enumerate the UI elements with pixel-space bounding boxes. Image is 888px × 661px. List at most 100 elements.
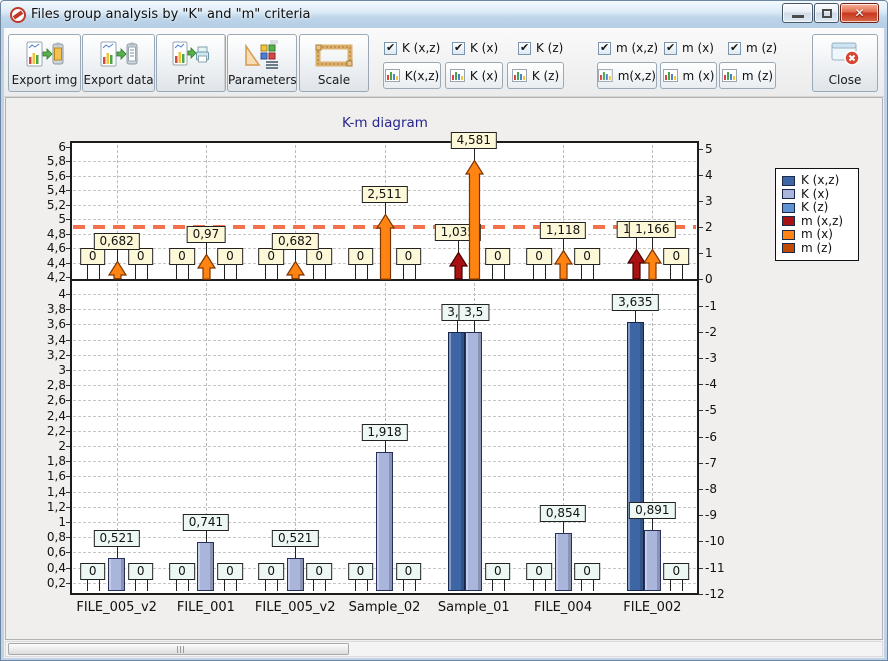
zero-leg [367, 580, 368, 591]
zero-leg [355, 580, 356, 591]
legend-item: K (x,z) [782, 174, 852, 188]
m-arrow [376, 214, 395, 281]
label-connector [635, 311, 636, 322]
x-axis-label: FILE_004 [534, 600, 592, 615]
axis-label-left: 3,6 [32, 317, 66, 331]
zero-leg [545, 265, 546, 279]
axis-label-right: -1 [705, 299, 717, 313]
axis-label-left: 3 [32, 363, 66, 377]
axis-tick [66, 446, 70, 447]
legend-label: K (x,z) [801, 174, 839, 187]
axis-label-left: 2,4 [32, 409, 66, 423]
axis-tick [66, 583, 70, 584]
zero-leg [147, 265, 148, 279]
zero-leg [682, 265, 683, 279]
zero-leg [593, 265, 594, 279]
zero-label: 0 [169, 248, 195, 265]
grid-line-h [73, 370, 696, 371]
axis-label-right: 1 [705, 246, 713, 260]
k-bar [376, 452, 393, 591]
zero-label: 0 [348, 248, 374, 265]
axis-label-left: 1 [32, 515, 66, 529]
scrollbar-thumb[interactable] [8, 643, 349, 655]
zero-leg [533, 580, 534, 591]
x-axis-label: Sample_01 [438, 600, 510, 615]
axis-label-left: 4,6 [32, 241, 66, 255]
k-bar [465, 332, 482, 591]
zero-leg [581, 265, 582, 279]
axis-tick [66, 161, 70, 162]
zero-leg [325, 265, 326, 279]
axis-label-left: 4,2 [32, 270, 66, 284]
label-connector [636, 238, 637, 249]
axis-tick [699, 384, 703, 385]
axis-label-left: 5,8 [32, 154, 66, 168]
grid-line-h [73, 324, 696, 325]
zero-label: 0 [169, 563, 195, 580]
k-bar [287, 558, 304, 591]
axis-label-left: 4 [32, 287, 66, 301]
zero-label: 0 [80, 563, 106, 580]
zero-leg [135, 265, 136, 279]
grid-line-h [73, 161, 696, 162]
axis-label-left: 3,2 [32, 348, 66, 362]
scrollbar-grip-icon [177, 646, 185, 653]
zero-leg [545, 580, 546, 591]
axis-tick [66, 324, 70, 325]
x-axis-label: FILE_001 [177, 600, 235, 615]
zero-leg [135, 580, 136, 591]
axis-label-left: 5,2 [32, 198, 66, 212]
axis-tick [699, 541, 703, 542]
axis-tick [699, 201, 703, 202]
axis-tick [66, 385, 70, 386]
axis-label-right: -11 [705, 561, 725, 575]
legend-label: K (x) [801, 188, 829, 201]
axis-tick [699, 489, 703, 490]
axis-label-left: 1,4 [32, 485, 66, 499]
axis-tick [66, 205, 70, 206]
value-label: 1,166 [629, 221, 675, 238]
legend-label: K (z) [801, 201, 828, 214]
zero-leg [265, 580, 266, 591]
m-arrow [197, 254, 216, 281]
axis-label-left: 0,6 [32, 545, 66, 559]
x-axis-label: FILE_005_v2 [255, 600, 336, 615]
label-connector [652, 238, 653, 249]
axis-tick [66, 522, 70, 523]
axis-label-left: 3,4 [32, 333, 66, 347]
zero-leg [188, 580, 189, 591]
value-label: 1,918 [361, 424, 407, 441]
axis-label-left: 2,2 [32, 424, 66, 438]
k-bar [197, 542, 214, 591]
zero-leg [277, 580, 278, 591]
legend-label: m (z) [801, 242, 832, 255]
axis-label-left: 1,2 [32, 500, 66, 514]
axis-label-right: -5 [705, 403, 717, 417]
axis-tick [699, 279, 703, 280]
m-arrow [554, 250, 573, 281]
zero-leg [492, 580, 493, 591]
axis-label-right: -3 [705, 351, 717, 365]
zero-leg [367, 265, 368, 279]
axis-tick [66, 309, 70, 310]
zero-label: 0 [664, 248, 690, 265]
chart-title: K-m diagram [342, 115, 428, 131]
label-connector [474, 149, 475, 160]
axis-label-right: 3 [705, 194, 713, 208]
zero-leg [87, 580, 88, 591]
zero-label: 0 [128, 248, 154, 265]
label-connector [563, 239, 564, 250]
axis-tick [699, 227, 703, 228]
axis-tick [699, 463, 703, 464]
value-label: 0,521 [93, 530, 139, 547]
label-connector [458, 241, 459, 252]
axis-tick [66, 537, 70, 538]
m-arrow [465, 160, 484, 281]
axis-tick [66, 219, 70, 220]
k-bar [555, 533, 572, 591]
axis-tick [66, 431, 70, 432]
horizontal-scrollbar[interactable] [5, 641, 883, 657]
zero-leg [236, 265, 237, 279]
zero-label: 0 [306, 248, 332, 265]
axis-tick [66, 416, 70, 417]
